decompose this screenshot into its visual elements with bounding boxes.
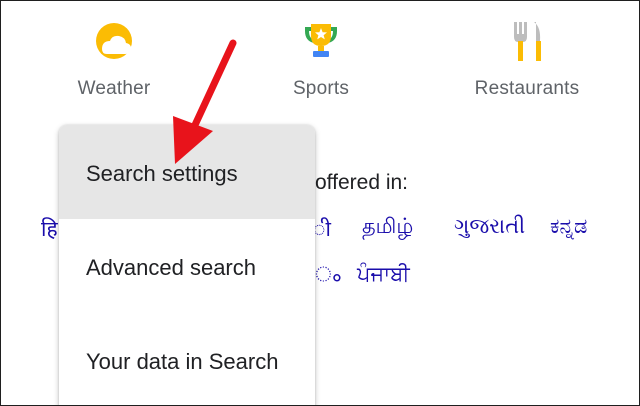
menu-item-your-data-in-search[interactable]: Your data in Search: [59, 313, 315, 405]
weather-label: Weather: [77, 78, 151, 99]
menu-item-label: Your data in Search: [86, 349, 279, 374]
settings-dropdown-menu: Search settings Advanced search Your dat…: [59, 125, 315, 405]
language-link-punjabi[interactable]: ਪੰਜਾਬੀ: [357, 263, 410, 287]
language-link-tamil[interactable]: தமிழ்: [362, 215, 413, 241]
sports-label: Sports: [292, 78, 350, 99]
restaurants-label: Restaurants: [474, 78, 580, 99]
screenshot-frame: Weather Sports Restaurants offered in: ह…: [0, 0, 640, 406]
menu-item-search-settings[interactable]: Search settings: [59, 125, 315, 219]
language-link-gujarati[interactable]: ગુજરાતી: [454, 215, 525, 239]
languages-offered-text: offered in:: [315, 171, 409, 194]
fork-knife-icon: [514, 22, 541, 61]
trophy-icon: [305, 24, 337, 57]
language-link-kannada[interactable]: ಕನ್ನಡ: [550, 215, 587, 239]
weather-icon: [96, 23, 132, 59]
language-link-hindi[interactable]: हि: [41, 215, 58, 243]
language-link-partial[interactable]: ी: [313, 215, 331, 243]
language-link-malayalam-partial[interactable]: ം: [315, 263, 341, 287]
menu-item-advanced-search[interactable]: Advanced search: [59, 219, 315, 313]
menu-item-label: Advanced search: [86, 255, 256, 280]
menu-item-label: Search settings: [86, 161, 238, 186]
